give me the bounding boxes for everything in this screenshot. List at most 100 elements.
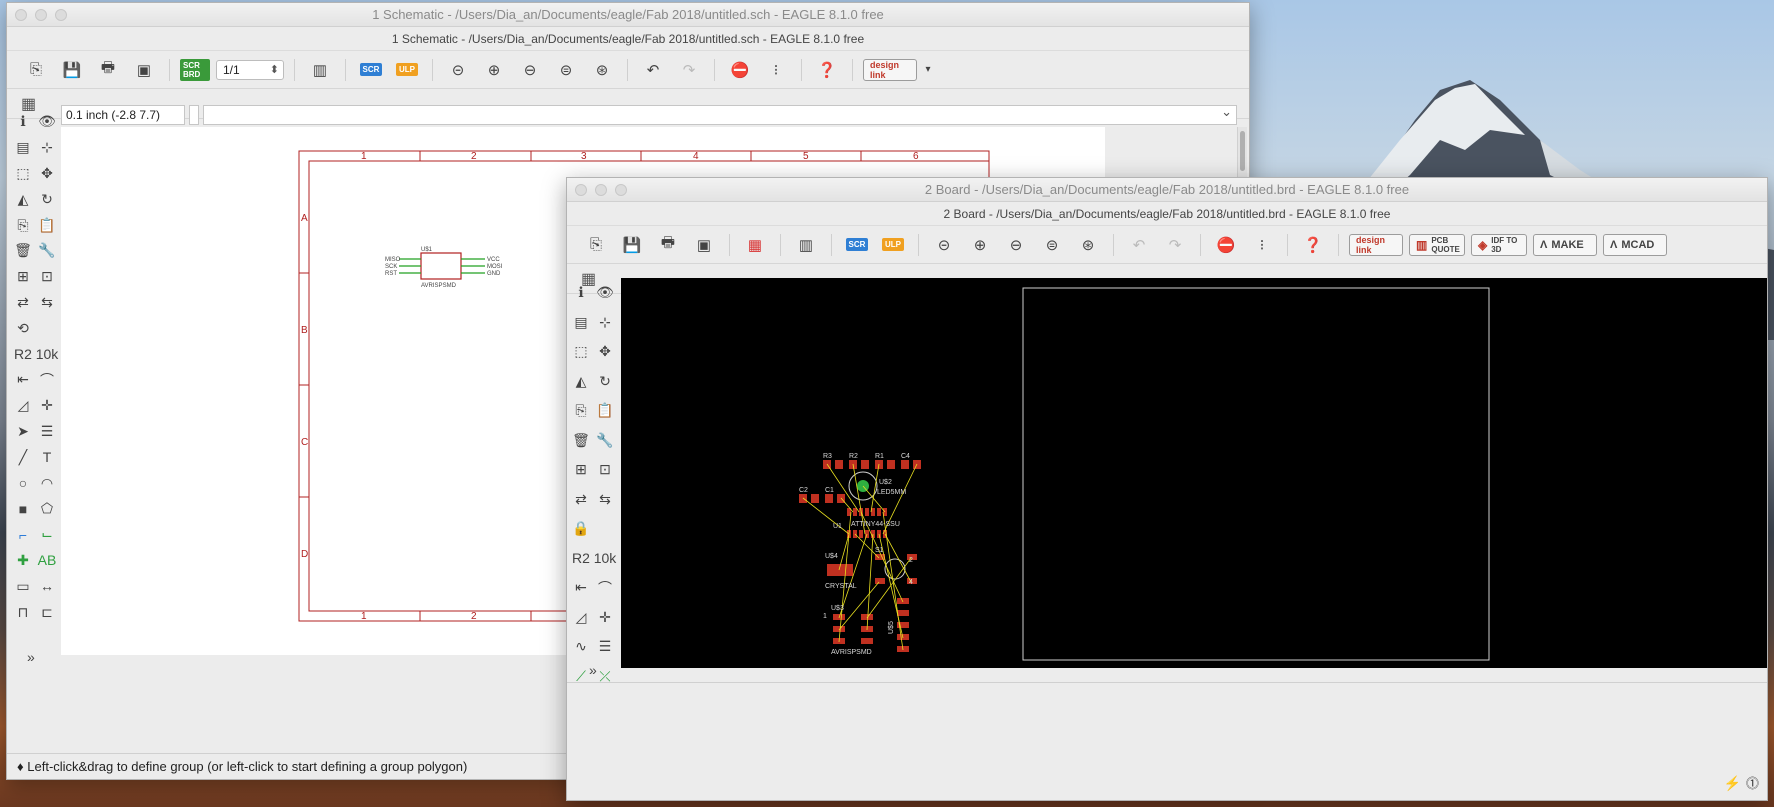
board-titlebar[interactable]: 2 Board - /Users/Dia_an/Documents/eagle/…	[567, 178, 1767, 202]
zoom-fit-icon[interactable]: ⊝	[929, 232, 959, 258]
split-icon[interactable]: ◿	[12, 395, 34, 417]
display-icon[interactable]: ▤	[570, 311, 592, 333]
go-icon[interactable]: ⁝	[761, 57, 791, 83]
paste-icon[interactable]: 📋	[594, 400, 616, 422]
module-icon[interactable]: ⊏	[36, 601, 58, 623]
polygon-icon[interactable]: ⬠	[36, 498, 58, 520]
scrollbar-thumb[interactable]	[1240, 131, 1245, 171]
ulp-button[interactable]: ULP	[878, 232, 908, 258]
save-icon[interactable]: 💾	[57, 57, 87, 83]
script-button[interactable]: SCR	[842, 232, 872, 258]
meander-icon[interactable]: ∿	[570, 636, 592, 658]
board-canvas[interactable]: R3 R2 R1 C4 C2 C1 U$2 LED5MM U1 ATTINY44…	[621, 278, 1767, 668]
copy-icon[interactable]: ⎘	[12, 214, 34, 236]
bus-net-icon[interactable]: ⌙	[36, 524, 58, 546]
help-icon[interactable]: ❓	[1298, 232, 1328, 258]
label-icon[interactable]: ➤	[12, 420, 34, 442]
rect-icon[interactable]: ■	[12, 498, 34, 520]
rotate-icon[interactable]: ↻	[36, 188, 58, 210]
print-icon[interactable]: 🖶	[93, 57, 123, 83]
show-icon[interactable]: 👁	[36, 111, 58, 133]
designlink-button[interactable]: design link	[1349, 233, 1403, 256]
split-icon[interactable]: ◿	[570, 606, 592, 628]
add-part-icon[interactable]: ⊞	[570, 459, 592, 481]
bus-icon[interactable]: ☰	[594, 636, 616, 658]
move-icon[interactable]: ✥	[594, 341, 616, 363]
replace-icon[interactable]: ⊡	[36, 266, 58, 288]
zoom-button[interactable]	[55, 9, 67, 21]
pcb-quote-button[interactable]: ▥ PCB QUOTE	[1409, 233, 1465, 256]
value-icon[interactable]: 10k	[594, 547, 617, 569]
pinswap-icon[interactable]: ⇄	[570, 488, 592, 510]
close-button[interactable]	[575, 184, 587, 196]
bus-icon[interactable]: ☰	[36, 420, 58, 442]
open-icon[interactable]: ⎘	[21, 57, 51, 83]
lock-icon[interactable]: 🔒	[570, 518, 592, 540]
chevron-more-icon[interactable]: »	[27, 649, 35, 665]
rotate-icon[interactable]: ↻	[594, 370, 616, 392]
zoom-select-icon[interactable]: ⊛	[1073, 232, 1103, 258]
switch-to-board-button[interactable]: SCR BRD	[180, 57, 210, 83]
schematic-titlebar[interactable]: 1 Schematic - /Users/Dia_an/Documents/ea…	[7, 3, 1249, 27]
zoom-select-icon[interactable]: ⊛	[587, 57, 617, 83]
name-icon[interactable]: R2	[570, 547, 592, 569]
switch-to-schematic-icon[interactable]: ▦	[740, 232, 770, 258]
chevron-down-icon[interactable]: ▾	[923, 57, 933, 83]
miter-icon[interactable]: ⌒	[594, 577, 616, 599]
mirror-icon[interactable]: ◭	[12, 188, 34, 210]
miter-icon[interactable]: ⌒	[36, 369, 58, 391]
undo-icon[interactable]: ↶	[638, 57, 668, 83]
minimize-button[interactable]	[35, 9, 47, 21]
net-label-icon[interactable]: AB	[36, 549, 58, 571]
close-button[interactable]	[15, 9, 27, 21]
text-icon[interactable]: T	[36, 446, 58, 468]
stop-icon[interactable]: ⛔	[725, 57, 755, 83]
zoom-out-icon[interactable]: ⊖	[1001, 232, 1031, 258]
name-icon[interactable]: R2	[12, 343, 34, 365]
group-icon[interactable]: ⬚	[12, 162, 34, 184]
wrench-icon[interactable]: 🔧	[36, 240, 58, 262]
layers-icon[interactable]: ▥	[791, 232, 821, 258]
delete-icon[interactable]: 🗑	[12, 240, 34, 262]
cam-icon[interactable]: ▣	[129, 57, 159, 83]
zoom-redraw-icon[interactable]: ⊜	[551, 57, 581, 83]
cam-icon[interactable]: ▣	[689, 232, 719, 258]
delete-icon[interactable]: 🗑	[570, 429, 592, 451]
minimize-button[interactable]	[595, 184, 607, 196]
idf-to-3d-button[interactable]: ◈ IDF TO 3D	[1471, 233, 1527, 256]
attribute-icon[interactable]: ▭	[12, 575, 34, 597]
zoom-out-icon[interactable]: ⊖	[515, 57, 545, 83]
invoke-icon[interactable]: ⟲	[12, 317, 34, 339]
undo-icon[interactable]: ↶	[1124, 232, 1154, 258]
redo-icon[interactable]: ↷	[674, 57, 704, 83]
open-icon[interactable]: ⎘	[581, 232, 611, 258]
gateswap-icon[interactable]: ⇆	[594, 488, 616, 510]
info-icon[interactable]: ℹ	[570, 282, 592, 304]
paste-icon[interactable]: 📋	[36, 214, 58, 236]
dimension-icon[interactable]: ↔	[36, 575, 58, 597]
designlink-button[interactable]: design link	[863, 58, 917, 81]
arc-icon[interactable]: ◠	[36, 472, 58, 494]
layers-icon[interactable]: ▥	[305, 57, 335, 83]
wrench-icon[interactable]: 🔧	[594, 429, 616, 451]
alert-icon[interactable]: ⓵	[1746, 773, 1759, 792]
zoom-in-icon[interactable]: ⊕	[965, 232, 995, 258]
command-line-input[interactable]	[203, 104, 1237, 125]
script-button[interactable]: SCR	[356, 57, 386, 83]
wire-icon[interactable]: ╱	[12, 446, 34, 468]
net-icon[interactable]: ⌐	[12, 524, 34, 546]
mark-icon[interactable]: ⊹	[594, 311, 616, 333]
circle-icon[interactable]: ○	[12, 472, 34, 494]
value-icon[interactable]: 10k	[36, 343, 59, 365]
mcad-button[interactable]: Λ MCAD	[1603, 233, 1667, 256]
copy-icon[interactable]: ⎘	[570, 400, 592, 422]
smash-icon[interactable]: ⇤	[12, 369, 34, 391]
info-icon[interactable]: ℹ	[12, 111, 34, 133]
pinswap-icon[interactable]: ⇄	[12, 291, 34, 313]
make-button[interactable]: Λ MAKE	[1533, 233, 1597, 256]
zoom-button[interactable]	[615, 184, 627, 196]
mark-icon[interactable]: ⊹	[36, 137, 58, 159]
junction-dot-icon[interactable]: ✚	[12, 549, 34, 571]
move-icon[interactable]: ✥	[36, 162, 58, 184]
go-icon[interactable]: ⁝	[1247, 232, 1277, 258]
